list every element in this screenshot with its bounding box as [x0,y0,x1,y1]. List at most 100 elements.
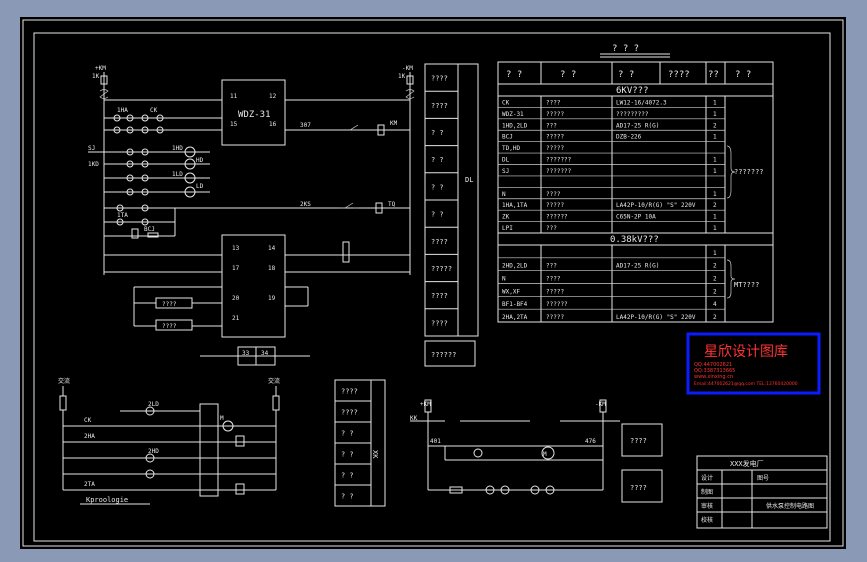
device-cell-label: ???? [431,238,448,246]
svg-text:1HD: 1HD [172,145,183,152]
table-cell-name: ??? [546,225,557,232]
svg-text:2LD: 2LD [148,401,159,408]
table-cell-qty: 1 [713,214,717,221]
svg-text:CK: CK [84,417,92,424]
device-cell-label: ? ? [431,183,444,191]
svg-text:KK: KK [410,415,418,422]
table-cell-qty: 2 [713,202,717,209]
table-header-cell: ? ? [506,70,522,80]
table-cell-qty: 1 [713,250,717,257]
table-cell-code: 2HD,2LD [502,263,528,270]
device-column-bottom-label: ?????? [431,351,456,359]
table-cell-model: DZB-226 [616,134,642,141]
table-cell-code: ZK [502,214,510,221]
table-cell-code: LPI [502,225,513,232]
table-cell-code: DL [502,157,510,164]
watermark-title: 星欣设计图库 [704,344,788,360]
table-cell-qty: 1 [713,111,717,118]
table-cell-name: ??? [546,122,557,129]
table-cell-code: WDZ-31 [502,111,524,118]
svg-text:SJ: SJ [88,145,95,152]
table-cell-code: 2HA,2TA [502,314,528,321]
title-block-value-3: 供水泵控制电路图 [766,502,814,510]
aux-box-2-label: ???? [162,323,177,330]
svg-text:TQ: TQ [388,201,396,208]
table-cell-code: 1HD,2LD [502,122,528,129]
bottom-cell-label: ???? [341,409,358,417]
section-038kv-label: 0.38kV??? [610,235,659,245]
device-column-side-label: DL [465,176,473,184]
bracket-038kv-label: MT???? [734,281,759,289]
table-cell-code: N [502,191,506,198]
svg-text:1K: 1K [92,73,100,80]
table-cell-qty: 2 [713,314,717,321]
table-cell-name: ?????? [546,214,568,221]
table-cell-name: ??????? [546,157,572,164]
terminal-19: 19 [268,295,276,302]
svg-text:1LD: 1LD [172,171,183,178]
bus-left-label: 交流 [58,377,70,385]
title-block-label-4: 校核 [701,516,713,524]
device-cell-label: ? ? [431,156,444,164]
table-cell-qty: 2 [713,276,717,283]
table-cell-name: ????? [546,202,564,209]
table-cell-code: N [502,276,506,283]
table-cell-model: LA42P-10/R(G) "S" 220V [616,314,696,321]
svg-text:476: 476 [585,438,596,445]
svg-text:1TA: 1TA [117,212,128,219]
drawing-background [20,17,846,549]
table-cell-qty: 1 [713,99,717,106]
device-cell-label: ????? [431,265,452,273]
table-cell-model: C65N-2P 10A [616,214,656,221]
table-cell-qty: 1 [713,157,717,164]
svg-text:M: M [543,451,547,458]
table-cell-name: ???? [546,191,561,198]
svg-text:-KM: -KM [595,401,606,408]
table-cell-name: ???? [546,99,561,106]
table-cell-name: ????? [546,314,564,321]
terminal-13: 13 [232,245,240,252]
table-cell-model: AD17-25 R(G) [616,122,659,129]
aux-box-1-label: ???? [162,301,177,308]
svg-text:+KM: +KM [95,65,106,72]
device-cell-label: ? ? [431,129,444,137]
svg-text:2KS: 2KS [300,201,311,208]
bottom-cell-label: ? ? [341,430,354,438]
table-cell-qty: 2 [713,122,717,129]
title-block-value-1: 图号 [757,475,769,482]
bottom-cell-label: ? ? [341,472,354,480]
svg-text:-KM: -KM [402,65,413,72]
title-block-company: XXX发电厂 [730,459,764,468]
title-block-label-3: 审核 [701,502,713,510]
schematic-canvas: +KM -KM 1K 1K 1HA CK SJ1KD 1HD1LD HDLD 1… [20,17,846,549]
bottom-left-label: Kproologie [86,496,128,504]
title-block-label-1: 设计 [701,474,713,482]
svg-text:KM: KM [390,120,398,127]
device-cell-label: ? ? [431,211,444,219]
svg-text:+KM: +KM [420,401,431,408]
table-header-cell: ? ? [560,70,576,80]
table-cell-model: LW12-16/4072.3 [616,99,667,106]
relay-terminal-16: 16 [269,121,277,128]
table-cell-name: ????? [546,288,564,295]
table-cell-name: ?????? [546,301,568,308]
table-header-cell: ???? [668,70,690,80]
table-cell-code: BF1-BF4 [502,301,528,308]
svg-text:307: 307 [300,122,311,129]
section-6kv-label: 6KV??? [616,86,649,96]
table-cell-qty: 1 [713,191,717,198]
svg-text:401: 401 [430,438,441,445]
svg-text:HD: HD [196,157,204,164]
watermark-line-3: www.xinxing.cn [694,374,733,380]
bottom-cell-label: ? ? [341,451,354,459]
device-cell-label: ???? [431,75,448,83]
table-cell-qty: 1 [713,134,717,141]
bottom-cell-label: ???? [341,388,358,396]
svg-text:2HA: 2HA [84,433,95,440]
table-header-cell: ? ? [735,70,751,80]
title-block-label-2: 制图 [701,488,713,496]
bracket-6kv-label: ??????? [734,168,764,176]
relay-terminal-11: 11 [230,93,238,100]
table-cell-name: ????? [546,145,564,152]
table-header-cell: ? ? [618,70,634,80]
